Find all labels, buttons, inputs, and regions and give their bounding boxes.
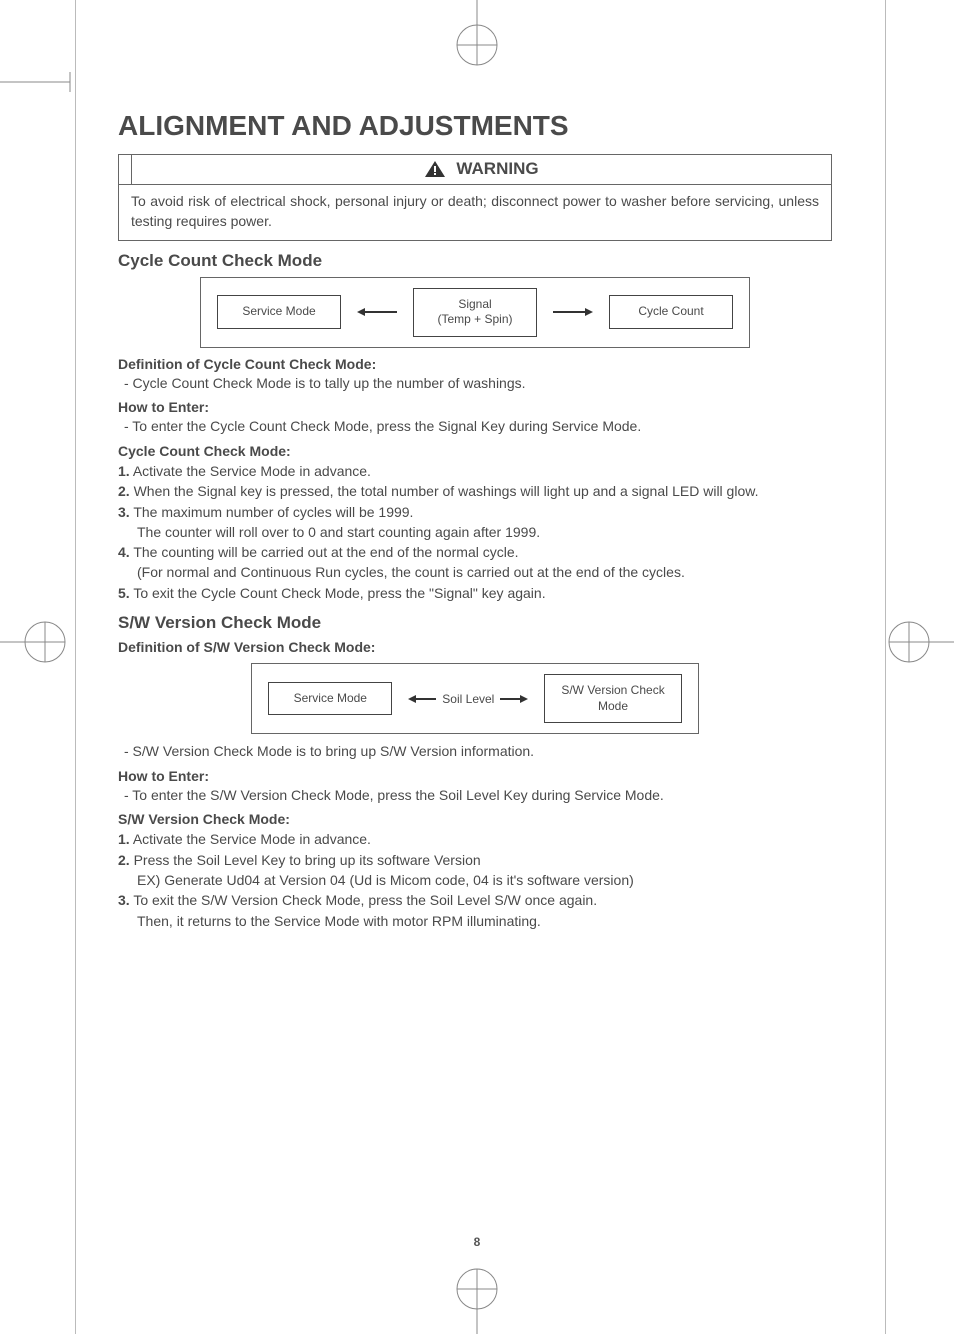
page-content: ALIGNMENT AND ADJUSTMENTS WARNING To avo…	[118, 110, 832, 933]
crop-mark-right-center	[884, 612, 954, 672]
list-item: 2. When the Signal key is pressed, the t…	[118, 481, 832, 501]
diagram-box-cycle-count: Cycle Count	[609, 295, 733, 329]
list-item: 3. The maximum number of cycles will be …	[118, 502, 832, 522]
page-margin-right	[885, 0, 886, 1334]
cycle-steps-label: Cycle Count Check Mode:	[118, 443, 832, 459]
crop-mark-top-left	[0, 72, 76, 92]
page-margin-left	[75, 0, 76, 1334]
cycle-count-diagram: Service Mode Signal (Temp + Spin) Cycle …	[200, 277, 750, 348]
list-item-sub: EX) Generate Ud04 at Version 04 (Ud is M…	[118, 870, 832, 890]
arrow-right-icon	[553, 307, 593, 317]
cycle-def-label: Definition of Cycle Count Check Mode:	[118, 356, 832, 372]
list-item: 4. The counting will be carried out at t…	[118, 542, 832, 562]
arrow-right-icon	[500, 694, 528, 704]
sw-def-label: Definition of S/W Version Check Mode:	[118, 639, 832, 655]
diagram-sw-bottom: Mode	[561, 699, 664, 715]
crop-mark-left-center	[0, 612, 70, 672]
list-item: 3. To exit the S/W Version Check Mode, p…	[118, 890, 832, 910]
page-number: 8	[0, 1235, 954, 1249]
warning-icon	[424, 160, 446, 178]
warning-text: To avoid risk of electrical shock, perso…	[119, 185, 831, 240]
section1-heading: Cycle Count Check Mode	[118, 251, 832, 271]
crop-mark-top-center	[437, 0, 517, 70]
arrow-left-icon	[408, 694, 436, 704]
list-item: 1. Activate the Service Mode in advance.	[118, 461, 832, 481]
cycle-how-text: - To enter the Cycle Count Check Mode, p…	[118, 417, 832, 437]
diagram-box-sw-version: S/W Version Check Mode	[544, 674, 681, 723]
sw-version-diagram: Service Mode Soil Level S/W Version Chec…	[251, 663, 698, 734]
warning-header: WARNING	[132, 155, 831, 184]
section2-heading: S/W Version Check Mode	[118, 613, 832, 633]
sw-def-text: - S/W Version Check Mode is to bring up …	[118, 742, 832, 762]
diagram-box-service-mode-2: Service Mode	[268, 682, 392, 716]
list-item: 5. To exit the Cycle Count Check Mode, p…	[118, 583, 832, 603]
list-item-sub: The counter will roll over to 0 and star…	[118, 522, 832, 542]
cycle-how-label: How to Enter:	[118, 399, 832, 415]
sw-how-text: - To enter the S/W Version Check Mode, p…	[118, 786, 832, 806]
page-title: ALIGNMENT AND ADJUSTMENTS	[118, 110, 832, 142]
arrow-left-icon	[357, 307, 397, 317]
sw-how-label: How to Enter:	[118, 768, 832, 784]
diagram-signal-top: Signal	[430, 297, 520, 313]
list-item: 1. Activate the Service Mode in advance.	[118, 829, 832, 849]
sw-steps-label: S/W Version Check Mode:	[118, 811, 832, 827]
crop-mark-bottom-center	[437, 1264, 517, 1334]
list-item: 2. Press the Soil Level Key to bring up …	[118, 850, 832, 870]
list-item-sub: Then, it returns to the Service Mode wit…	[118, 911, 832, 931]
sw-steps-list: 1. Activate the Service Mode in advance.…	[118, 829, 832, 930]
diagram-box-signal: Signal (Temp + Spin)	[413, 288, 537, 337]
diagram-sw-top: S/W Version Check	[561, 683, 664, 699]
list-item-sub: (For normal and Continuous Run cycles, t…	[118, 562, 832, 582]
diagram-box-service-mode: Service Mode	[217, 295, 341, 329]
diagram-connector: Soil Level	[408, 692, 528, 706]
diagram-connector-label: Soil Level	[442, 692, 494, 706]
cycle-def-text: - Cycle Count Check Mode is to tally up …	[118, 374, 832, 394]
diagram-signal-bottom: (Temp + Spin)	[430, 312, 520, 328]
warning-box: WARNING To avoid risk of electrical shoc…	[118, 154, 832, 241]
cycle-steps-list: 1. Activate the Service Mode in advance.…	[118, 461, 832, 603]
warning-label: WARNING	[456, 159, 538, 179]
